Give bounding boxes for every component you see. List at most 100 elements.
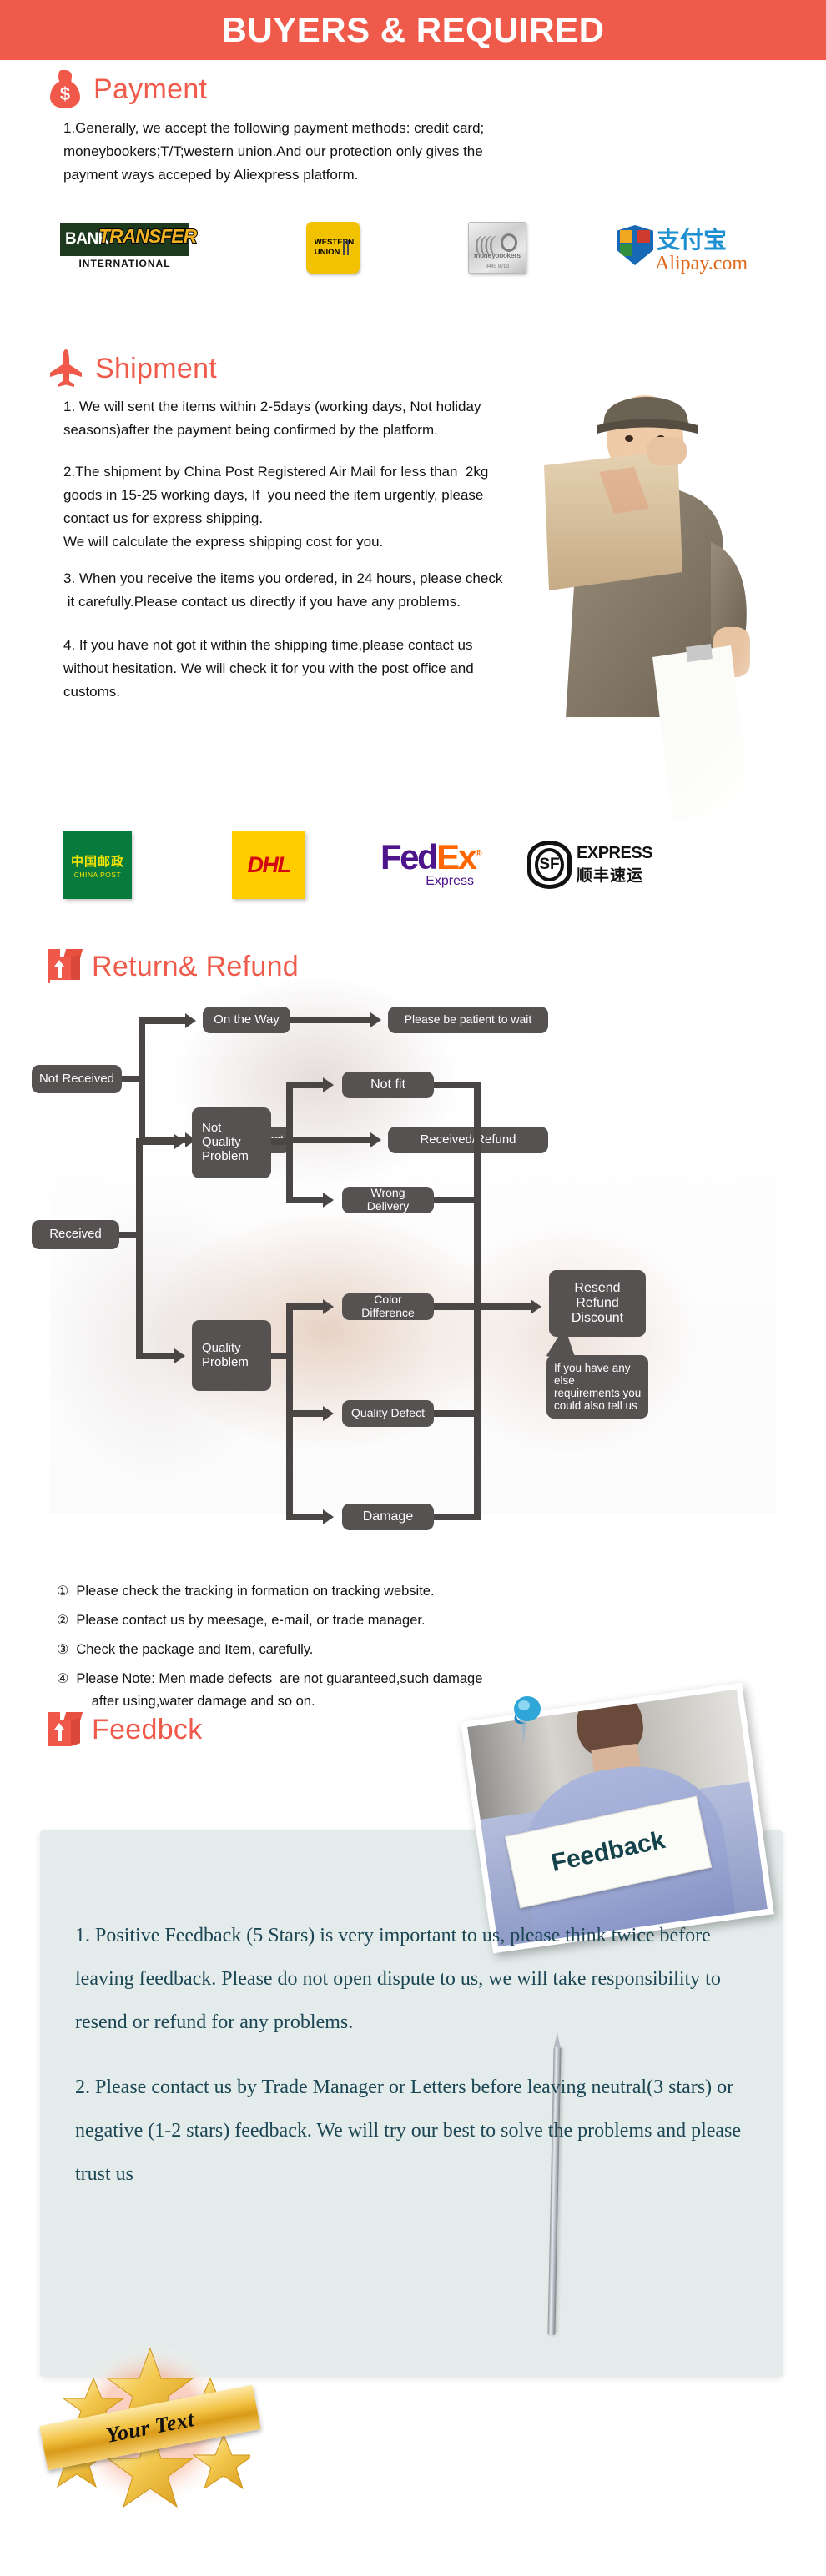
flow-arrowhead: [185, 1013, 196, 1028]
sf-label-en: EXPRESS: [577, 844, 652, 862]
flow-connector: [136, 1353, 176, 1359]
dhl-logo: DHL: [232, 831, 305, 899]
flow-connector: [286, 1303, 325, 1310]
shipment-courier-logo-row: 中国邮政 CHINA POST DHL FedEx® Express SF EX…: [63, 827, 798, 902]
moneybookers-circle-icon: [501, 233, 517, 252]
push-pin-icon: [505, 1695, 543, 1746]
flow-node-color-difference: Color Difference: [342, 1293, 434, 1320]
flow-connector: [286, 1514, 325, 1520]
flow-connector: [136, 1138, 176, 1145]
flow-node-please-wait: Please be patient to wait: [388, 1007, 548, 1033]
flow-connector: [290, 1137, 372, 1143]
bank-transfer-label-transfer: TRANSFER: [98, 224, 198, 248]
flow-node-received-refund: Received/Refund: [388, 1127, 548, 1153]
airplane-icon: [48, 349, 83, 389]
flowchart-background-photo: [50, 980, 776, 1514]
list-item: ① Please check the tracking in formation…: [57, 1580, 791, 1603]
flow-node-callout: If you have any else requirements you co…: [546, 1355, 648, 1419]
fedex-label-express: Express: [426, 874, 474, 888]
flow-connector: [290, 1017, 372, 1023]
flow-node-not-received: Not Received: [32, 1065, 122, 1093]
fedex-registered-mark: ®: [475, 849, 482, 859]
moneybookers-card-number: 3445 8793: [485, 264, 510, 269]
flow-connector: [136, 1138, 143, 1359]
sf-label-zh: 顺丰速运: [577, 867, 644, 885]
flow-arrowhead: [174, 1348, 185, 1363]
alipay-shield-icon: [617, 225, 653, 265]
feedback-text-block: 1. Positive Feedback (5 Stars) is very i…: [75, 1914, 743, 2217]
list-item-text: Please check the tracking in formation o…: [76, 1584, 435, 1599]
western-union-bars-icon: [343, 240, 353, 255]
flow-arrowhead: [370, 1012, 381, 1027]
list-item-text: Check the package and Item, carefully.: [76, 1642, 314, 1657]
parcel-box-icon: [48, 949, 83, 984]
flow-arrowhead: [323, 1509, 334, 1524]
flow-arrowhead: [323, 1077, 334, 1092]
china-post-label-en: CHINA POST: [73, 871, 122, 879]
alipay-label-zh: 支付宝: [657, 226, 728, 254]
flow-arrowhead: [370, 1132, 381, 1147]
flow-connector: [139, 1017, 187, 1024]
list-marker: ③: [57, 1643, 69, 1657]
shipment-paragraph-4: 4. If you have not got it within the shi…: [63, 637, 474, 700]
list-item: ② Please contact us by meesage, e-mail, …: [57, 1609, 791, 1632]
china-post-label-zh: 中国邮政: [70, 855, 124, 869]
money-bag-icon: $: [48, 70, 82, 108]
flow-node-not-fit: Not fit: [342, 1072, 434, 1098]
section-title-shipment: Shipment: [95, 352, 218, 384]
sf-badge-label: SF: [535, 848, 565, 881]
section-heading-payment: $ Payment: [48, 70, 207, 108]
flow-connector: [286, 1082, 325, 1088]
gold-star-ribbon-badge: Your Text: [35, 2335, 285, 2518]
bank-transfer-label-international: INTERNATIONAL: [78, 258, 171, 269]
list-marker: ②: [57, 1614, 69, 1628]
flow-node-quality-problem: Quality Problem: [192, 1320, 271, 1391]
flow-arrowhead: [531, 1299, 541, 1314]
alipay-logo: 支付宝 Alipay.com: [617, 222, 748, 274]
list-marker: ④: [57, 1672, 69, 1686]
section-title-feedback: Feedbck: [92, 1713, 203, 1745]
payment-paragraph: 1.Generally, we accept the following pay…: [63, 120, 485, 183]
china-post-logo: 中国邮政 CHINA POST: [63, 831, 132, 899]
list-item: ③ Check the package and Item, carefully.: [57, 1639, 791, 1661]
flow-connector: [286, 1197, 325, 1203]
moneybookers-label: moneybookers: [474, 251, 521, 259]
flow-connector: [474, 1303, 534, 1310]
flow-node-damage: Damage: [342, 1504, 434, 1530]
section-heading-return-refund: Return& Refund: [48, 949, 299, 984]
fedex-logo: FedEx® Express: [380, 835, 481, 895]
shipment-paragraph-2: 2.The shipment by China Post Registered …: [63, 464, 489, 550]
return-refund-flowchart: Not Received On the Way Please be patien…: [0, 980, 826, 1530]
flow-node-received: Received: [32, 1220, 119, 1249]
parcel-box-icon: [48, 1712, 83, 1747]
flow-node-quality-defect: Quality Defect: [342, 1400, 434, 1427]
list-item-text: Please Note: Men made defects are not gu…: [76, 1671, 483, 1709]
flow-arrowhead: [174, 1134, 185, 1149]
flow-connector-bus: [474, 1082, 481, 1520]
bank-transfer-logo: BANK TRANSFER INTERNATIONAL: [60, 223, 198, 273]
flow-arrowhead: [323, 1406, 334, 1421]
list-item-text: Please contact us by meesage, e-mail, or…: [76, 1613, 426, 1628]
alipay-label-domain: Alipay.com: [655, 253, 748, 274]
flow-arrowhead: [323, 1193, 334, 1208]
moneybookers-logo: (((( moneybookers 3445 8793: [468, 222, 526, 274]
flow-connector: [139, 1017, 145, 1143]
badge-ribbon-text: Your Text: [103, 2407, 197, 2448]
sf-express-logo: SF EXPRESS 顺丰速运: [527, 836, 652, 894]
section-heading-feedback: Feedbck: [48, 1712, 203, 1747]
flow-arrowhead: [323, 1299, 334, 1314]
flow-connector: [286, 1410, 325, 1417]
fedex-label-fed: Fed: [380, 837, 439, 876]
flow-node-not-quality-problem: Not Quality Problem: [192, 1107, 271, 1178]
payment-logo-row: BANK TRANSFER INTERNATIONAL WESTERN UNIO…: [60, 218, 786, 277]
flow-node-on-the-way: On the Way: [203, 1007, 290, 1033]
shipment-paragraph-1: 1. We will sent the items within 2-5days…: [63, 399, 481, 438]
western-union-logo: WESTERN UNION: [306, 222, 360, 274]
dhl-label: DHL: [247, 851, 292, 877]
page-header-banner: BUYERS & REQUIRED: [0, 0, 826, 60]
page-title: BUYERS & REQUIRED: [221, 10, 605, 49]
shipment-paragraph-3: 3. When you receive the items you ordere…: [63, 570, 503, 610]
fedex-label-ex: Ex: [436, 837, 477, 876]
list-marker: ①: [57, 1584, 69, 1599]
feedback-paragraph-1: 1. Positive Feedback (5 Stars) is very i…: [75, 1925, 721, 2033]
